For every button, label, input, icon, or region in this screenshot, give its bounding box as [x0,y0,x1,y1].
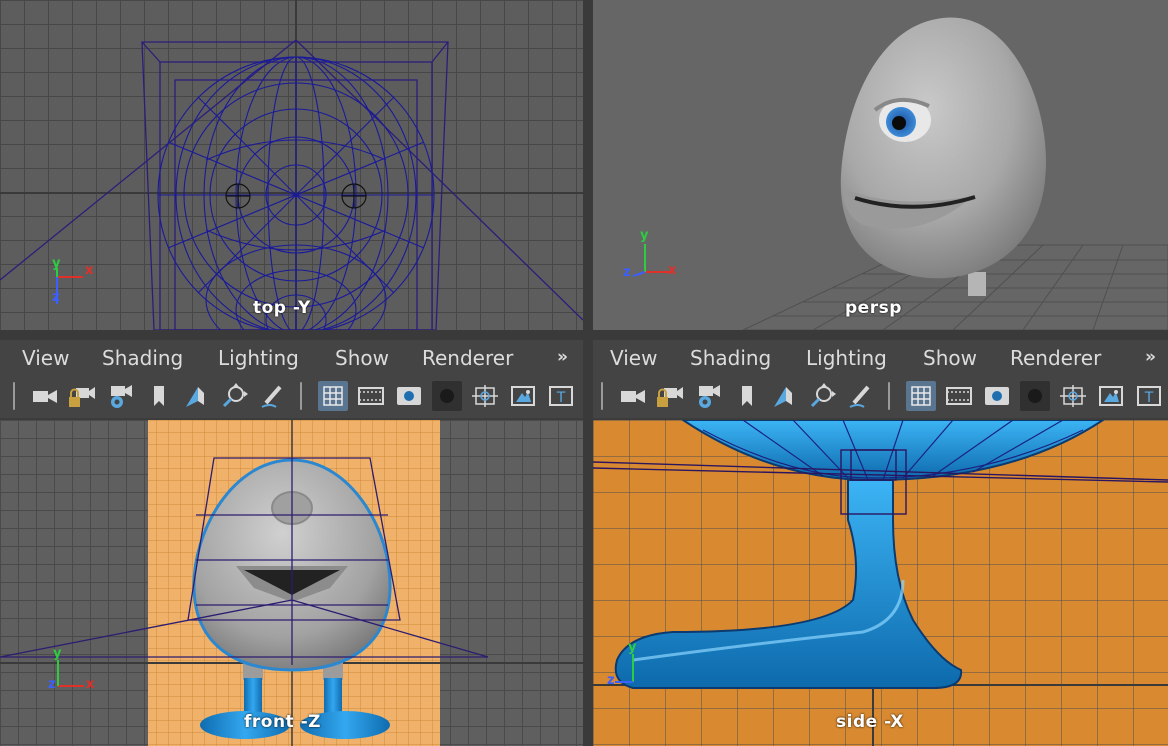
menu-renderer[interactable]: Renderer [422,346,513,370]
axis-gizmo-front: y x z [46,646,106,700]
axis-y-label: y [53,646,62,661]
menu-view[interactable]: View [22,346,69,370]
axis-y-label: y [640,228,649,243]
panel-toolbar: T [0,376,583,418]
menu-show[interactable]: Show [923,346,977,370]
panel-front: View Shading Lighting Show Renderer » T [0,340,583,746]
axis-x-label: x [85,263,94,278]
viewport-label-top: top -Y [253,298,311,318]
side-view-scene [593,420,1168,746]
lock-camera-icon[interactable] [654,381,684,411]
safe-action-icon[interactable] [1096,381,1126,411]
grease-pencil-icon[interactable] [258,381,288,411]
lock-camera-icon[interactable] [66,381,96,411]
pane-divider-horizontal[interactable] [0,330,1168,340]
field-chart-icon[interactable] [1058,381,1088,411]
image-plane-icon[interactable] [768,381,798,411]
grid-icon[interactable] [318,381,348,411]
panel-side: View Shading Lighting Show Renderer » T [593,340,1168,746]
toolbar-separator [299,382,303,410]
axis-gizmo-side: y z [603,640,663,690]
camera-icon[interactable] [618,381,648,411]
viewport-label-front: front -Z [244,712,321,732]
menu-view[interactable]: View [610,346,657,370]
axis-x-label: x [86,677,95,692]
pane-divider-vertical[interactable] [583,0,593,746]
viewport-top[interactable]: y x z top -Y [0,0,583,330]
film-gate-icon[interactable] [356,381,386,411]
axis-z-label: z [623,265,631,280]
menu-show[interactable]: Show [335,346,389,370]
safe-title-icon[interactable]: T [1134,381,1164,411]
viewport-side[interactable]: y z side -X [593,420,1168,746]
grease-pencil-icon[interactable] [846,381,876,411]
camera-icon[interactable] [30,381,60,411]
2d-pan-zoom-icon[interactable] [808,381,838,411]
camera-attributes-icon[interactable] [692,381,722,411]
film-gate-icon[interactable] [944,381,974,411]
menu-overflow-button[interactable]: » [557,347,568,367]
safe-action-icon[interactable] [508,381,538,411]
gate-mask-icon[interactable] [1020,381,1050,411]
safe-title-icon[interactable]: T [546,381,576,411]
svg-text:T: T [1144,390,1154,406]
menu-overflow-button[interactable]: » [1145,347,1156,367]
camera-attributes-icon[interactable] [104,381,134,411]
resolution-gate-icon[interactable] [982,381,1012,411]
toolbar-grip[interactable] [12,382,16,410]
axis-z-label: z [52,290,60,305]
axis-gizmo-top: y x z [48,256,98,312]
viewport-persp[interactable]: y x z persp [593,0,1168,330]
menu-lighting[interactable]: Lighting [218,346,299,370]
image-plane-icon[interactable] [180,381,210,411]
svg-text:T: T [556,390,566,406]
menu-lighting[interactable]: Lighting [806,346,887,370]
menu-shading[interactable]: Shading [102,346,183,370]
axis-y-label: y [52,256,61,271]
toolbar-grip[interactable] [600,382,604,410]
panel-menubar: View Shading Lighting Show Renderer » [0,340,583,376]
axis-x-label: x [668,263,677,278]
panel-menubar: View Shading Lighting Show Renderer » [593,340,1168,376]
menu-shading[interactable]: Shading [690,346,771,370]
resolution-gate-icon[interactable] [394,381,424,411]
axis-y-label: y [628,640,637,655]
axis-z-label: z [607,673,615,688]
panel-toolbar: T [593,376,1168,418]
gate-mask-icon[interactable] [432,381,462,411]
menu-renderer[interactable]: Renderer [1010,346,1101,370]
bookmark-icon[interactable] [732,381,762,411]
viewport-label-persp: persp [845,298,902,318]
axis-z-label: z [48,677,56,692]
viewport-front[interactable]: y x z front -Z [0,420,583,746]
grid-icon[interactable] [906,381,936,411]
axis-gizmo-persp: y x z [621,228,681,282]
field-chart-icon[interactable] [470,381,500,411]
viewport-label-side: side -X [836,712,904,732]
2d-pan-zoom-icon[interactable] [220,381,250,411]
bookmark-icon[interactable] [144,381,174,411]
toolbar-separator [887,382,891,410]
